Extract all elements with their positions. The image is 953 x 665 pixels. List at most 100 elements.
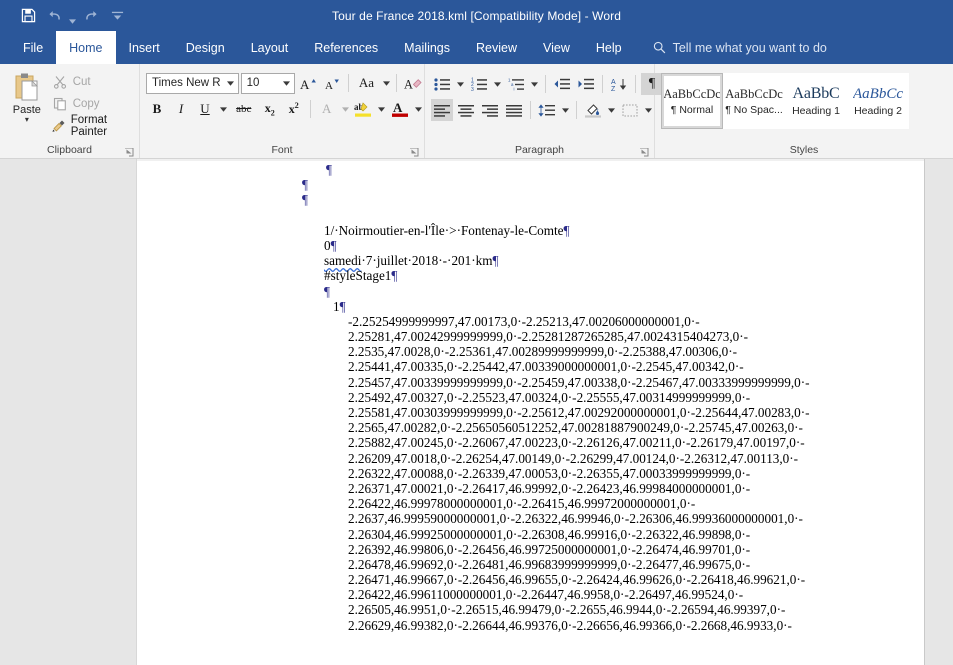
tell-me-search[interactable]: Tell me what you want to do: [635, 31, 827, 64]
shading-dropdown-icon[interactable]: [606, 107, 617, 113]
change-case-button[interactable]: Aa: [353, 72, 379, 94]
style-normal[interactable]: AaBbCcDc ¶ Normal: [661, 73, 723, 129]
italic-button[interactable]: I: [170, 98, 192, 120]
change-case-label: Aa: [358, 75, 374, 90]
style-heading-2[interactable]: AaBbCc Heading 2: [847, 73, 909, 129]
text-highlight-color-button[interactable]: ab: [352, 98, 374, 120]
clipboard-dialog-launcher-icon[interactable]: [125, 148, 134, 157]
bullets-button[interactable]: [431, 73, 453, 95]
divider: [602, 75, 603, 93]
font-dialog-launcher-icon[interactable]: [410, 148, 419, 157]
text-effects-dropdown-icon[interactable]: [340, 106, 351, 112]
paste-button[interactable]: Paste ▾: [6, 69, 48, 143]
tab-references[interactable]: References: [301, 31, 391, 64]
format-painter-button[interactable]: Format Painter: [48, 113, 139, 138]
justify-button[interactable]: [503, 99, 525, 121]
coordinate-line: 2.25281,47.00242999999999,0·-2.252812872…: [348, 329, 749, 345]
undo-icon[interactable]: [42, 4, 66, 28]
line-spacing-button[interactable]: [536, 99, 558, 121]
shrink-font-button[interactable]: A: [321, 72, 343, 94]
coordinate-line: 2.2535,47.0028,0·-2.25361,47.00289999999…: [348, 344, 738, 360]
font-color-button[interactable]: A: [389, 98, 411, 120]
svg-text:A: A: [300, 77, 310, 92]
grow-font-button[interactable]: A: [297, 72, 319, 94]
divider: [545, 75, 546, 93]
bold-label: B: [152, 101, 162, 116]
borders-dropdown-icon[interactable]: [643, 107, 654, 113]
coordinate-line: 2.26209,47.0018,0·-2.26254,47.00149,0·-2…: [348, 450, 799, 466]
numbering-button[interactable]: 1 2 3: [468, 73, 490, 95]
align-right-button[interactable]: [479, 99, 501, 121]
paste-icon: [11, 71, 43, 103]
tab-view[interactable]: View: [530, 31, 583, 64]
numbering-dropdown-icon[interactable]: [492, 81, 503, 87]
pilcrow-mark: ¶: [302, 192, 308, 208]
pilcrow-mark: ¶: [391, 268, 398, 284]
tab-help[interactable]: Help: [583, 31, 635, 64]
clear-formatting-button[interactable]: A: [402, 72, 424, 94]
underline-dropdown-icon[interactable]: [218, 106, 229, 112]
coordinate-line: -2.25254999999997,47.00173,0·-2.25213,47…: [348, 313, 700, 329]
shading-button[interactable]: [582, 99, 604, 121]
tab-design[interactable]: Design: [173, 31, 238, 64]
redo-icon[interactable]: [79, 4, 103, 28]
coordinate-line: 2.25581,47.00303999999999,0·-2.25612,47.…: [348, 405, 810, 420]
font-name-dropdown-icon[interactable]: [223, 74, 238, 93]
font-size-value: 10: [246, 77, 260, 89]
superscript-button[interactable]: x2: [283, 98, 305, 120]
cut-button[interactable]: Cut: [48, 71, 139, 92]
paste-dropdown-icon[interactable]: ▾: [25, 116, 29, 124]
tab-mailings[interactable]: Mailings: [391, 31, 463, 64]
line-spacing-dropdown-icon[interactable]: [560, 107, 571, 113]
multilevel-list-button[interactable]: 1 a i: [505, 73, 527, 95]
pilcrow-mark: ¶: [302, 177, 308, 193]
style-no-spacing[interactable]: AaBbCcDc ¶ No Spac...: [723, 73, 785, 129]
tab-file[interactable]: File: [10, 31, 56, 64]
coordinate-line: 2.25457,47.00339999999999,0·-2.25459,47.…: [348, 374, 810, 390]
undo-dropdown-icon[interactable]: [68, 0, 77, 31]
multilevel-list-dropdown-icon[interactable]: [529, 81, 540, 87]
align-center-button[interactable]: [455, 99, 477, 121]
text-highlight-dropdown-icon[interactable]: [376, 106, 387, 112]
copy-button[interactable]: Copy: [48, 93, 139, 114]
format-painter-label: Format Painter: [70, 113, 108, 138]
bullets-dropdown-icon[interactable]: [455, 81, 466, 87]
customize-qat-icon[interactable]: [105, 4, 129, 28]
document-workspace[interactable]: ¶ ¶ ¶ 1/·Noirmoutier-en-l'Île·>·Fontenay-le…: [0, 159, 953, 665]
bold-button[interactable]: B: [146, 98, 168, 120]
tab-home[interactable]: Home: [56, 31, 116, 64]
subscript-button[interactable]: x2: [259, 98, 281, 120]
document-body[interactable]: ¶ ¶ ¶ 1/·Noirmoutier-en-l'Île·>·Fontenay-le…: [137, 159, 926, 633]
ribbon-group-styles: AaBbCcDc ¶ Normal AaBbCcDc ¶ No Spac... …: [655, 64, 953, 158]
change-case-dropdown-icon[interactable]: [381, 80, 391, 86]
paragraph-dialog-launcher-icon[interactable]: [640, 148, 649, 157]
text-effects-button[interactable]: A: [316, 98, 338, 120]
italic-label: I: [178, 101, 184, 116]
sort-button[interactable]: A Z: [608, 73, 630, 95]
divider: [396, 74, 397, 92]
borders-button[interactable]: [619, 99, 641, 121]
divider: [530, 101, 531, 119]
underline-button[interactable]: U: [194, 98, 216, 120]
font-group-label: Font: [140, 143, 424, 158]
font-size-combobox[interactable]: 10: [240, 72, 295, 94]
strikethrough-button[interactable]: abc: [231, 98, 257, 120]
font-name-combobox[interactable]: Times New R: [146, 72, 239, 94]
tab-insert[interactable]: Insert: [116, 31, 173, 64]
style-label: ¶ Normal: [670, 103, 714, 116]
tab-review[interactable]: Review: [463, 31, 530, 64]
font-size-dropdown-icon[interactable]: [279, 74, 294, 93]
save-icon[interactable]: [16, 4, 40, 28]
tab-layout[interactable]: Layout: [238, 31, 302, 64]
increase-indent-button[interactable]: [575, 73, 597, 95]
align-left-button[interactable]: [431, 99, 453, 121]
document-page[interactable]: ¶ ¶ ¶ 1/·Noirmoutier-en-l'Île·>·Fontenay-le…: [136, 159, 925, 665]
text-effects-label: A: [322, 101, 332, 116]
decrease-indent-button[interactable]: [551, 73, 573, 95]
svg-text:A: A: [611, 79, 616, 86]
cut-label: Cut: [72, 75, 91, 88]
svg-text:A: A: [404, 77, 413, 91]
style-label: Heading 1: [792, 105, 840, 117]
font-color-dropdown-icon[interactable]: [413, 106, 424, 112]
style-heading-1[interactable]: AaBbC Heading 1: [785, 73, 847, 129]
